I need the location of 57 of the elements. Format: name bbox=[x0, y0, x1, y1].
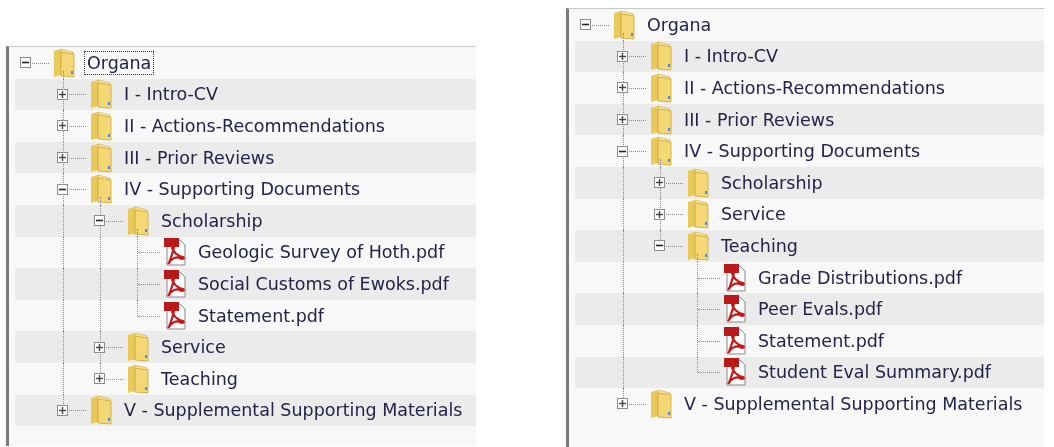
collapse-toggle[interactable] bbox=[94, 215, 105, 227]
folder-icon bbox=[649, 41, 673, 72]
collapse-toggle[interactable] bbox=[57, 183, 68, 195]
folder-icon bbox=[126, 332, 150, 363]
tree-item[interactable]: Statement.pdf bbox=[195, 303, 328, 328]
expand-toggle[interactable] bbox=[617, 114, 628, 126]
tree-item[interactable]: V - Supplemental Supporting Materials bbox=[681, 391, 1026, 416]
tree-item[interactable]: II - Actions-Recommendations bbox=[681, 76, 948, 100]
pdf-icon bbox=[723, 294, 747, 325]
folder-icon bbox=[649, 136, 673, 167]
tree-item[interactable]: I - Intro-CV bbox=[681, 44, 782, 69]
folder-icon bbox=[686, 199, 710, 230]
folder-icon bbox=[89, 174, 113, 205]
expand-toggle[interactable] bbox=[57, 152, 68, 164]
pdf-icon bbox=[163, 268, 187, 299]
expand-toggle[interactable] bbox=[57, 88, 68, 100]
tree-item[interactable]: Teaching bbox=[158, 366, 241, 391]
tree-item[interactable]: Scholarship bbox=[718, 170, 826, 195]
tree-item[interactable]: Organa bbox=[644, 12, 715, 37]
tree-item[interactable]: IV - Supporting Documents bbox=[121, 177, 364, 202]
collapse-toggle[interactable] bbox=[617, 145, 628, 157]
folder-icon bbox=[89, 142, 113, 173]
collapse-toggle[interactable] bbox=[20, 57, 31, 69]
expand-toggle[interactable] bbox=[617, 82, 628, 94]
tree-item[interactable]: I - Intro-CV bbox=[121, 82, 222, 107]
expand-toggle[interactable] bbox=[617, 50, 628, 62]
folder-icon bbox=[612, 9, 636, 40]
folder-icon bbox=[89, 111, 113, 141]
expand-toggle[interactable] bbox=[617, 398, 628, 410]
folder-icon bbox=[649, 104, 673, 135]
collapse-toggle[interactable] bbox=[654, 240, 665, 252]
folder-icon bbox=[89, 79, 113, 110]
folder-icon bbox=[649, 388, 673, 419]
expand-toggle[interactable] bbox=[654, 177, 665, 189]
folder-icon bbox=[126, 205, 150, 236]
expand-toggle[interactable] bbox=[654, 208, 665, 220]
expand-toggle[interactable] bbox=[94, 373, 105, 385]
tree-item[interactable]: Service bbox=[158, 335, 229, 360]
tree-item[interactable]: Scholarship bbox=[158, 208, 266, 233]
expand-toggle[interactable] bbox=[94, 341, 105, 353]
folder-icon bbox=[89, 395, 113, 426]
tree-item[interactable]: Organa bbox=[84, 50, 155, 75]
expand-toggle[interactable] bbox=[57, 120, 68, 132]
tree-item[interactable]: IV - Supporting Documents bbox=[681, 139, 924, 164]
folder-icon bbox=[126, 363, 150, 394]
tree-item[interactable]: II - Actions-Recommendations bbox=[121, 114, 388, 138]
collapse-toggle[interactable] bbox=[580, 19, 591, 31]
tree-item[interactable]: Statement.pdf bbox=[755, 328, 888, 353]
folder-icon bbox=[686, 230, 710, 261]
folder-icon bbox=[52, 47, 76, 78]
tree-item[interactable]: Grade Distributions.pdf bbox=[755, 265, 966, 290]
expand-toggle[interactable] bbox=[57, 404, 68, 416]
folder-icon bbox=[686, 167, 710, 198]
folder-icon bbox=[649, 73, 673, 103]
tree-item[interactable]: Teaching bbox=[718, 233, 801, 258]
tree-item[interactable]: Geologic Survey of Hoth.pdf bbox=[195, 240, 448, 265]
tree-item[interactable]: Service bbox=[718, 202, 789, 227]
